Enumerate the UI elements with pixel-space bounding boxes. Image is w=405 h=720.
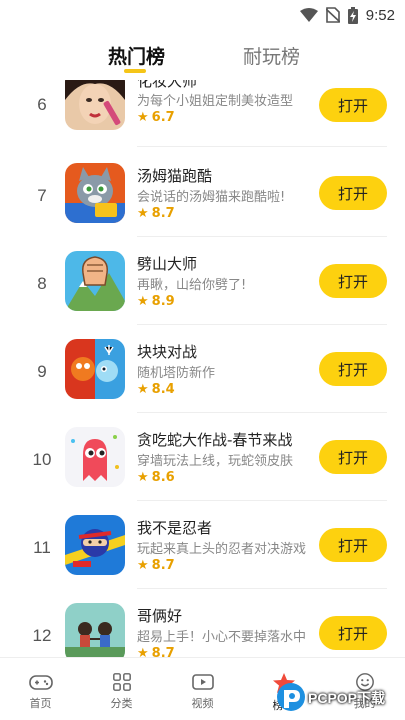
app-description: 穿墙玩法上线，玩蛇领皮肤	[137, 454, 294, 469]
grid-icon	[112, 673, 131, 691]
two-buddies-icon	[65, 603, 125, 657]
open-button[interactable]: 打开	[319, 176, 387, 210]
rank-number: 7	[37, 186, 47, 205]
status-icons: 9:52	[299, 4, 395, 26]
open-button[interactable]: 打开	[319, 528, 387, 562]
app-rating: ★ 8.7	[137, 646, 175, 657]
ranking-tabs: 热门榜 耐玩榜	[0, 38, 405, 78]
no-sim-icon	[325, 7, 340, 23]
app-name: 哥俩好	[137, 607, 183, 625]
app-rating: ★ 8.4	[137, 382, 175, 397]
app-name: 我不是忍者	[137, 519, 213, 537]
app-description: 玩起来真上头的忍者对决游戏	[137, 542, 307, 557]
row-divider	[137, 236, 387, 237]
app-description: 会说话的汤姆猫来跑酷啦!	[137, 190, 286, 205]
tab-durable-list[interactable]: 耐玩榜	[243, 42, 300, 69]
row-divider	[137, 324, 387, 325]
row-divider	[137, 588, 387, 589]
nav-home[interactable]: 首页	[0, 658, 81, 720]
app-description: 超易上手！小心不要掉落水中	[137, 630, 307, 645]
status-bar: 9:52	[0, 0, 405, 30]
star-icon: ★	[137, 110, 149, 125]
nav-label: 首页	[29, 697, 52, 710]
rank-number: 12	[32, 626, 52, 645]
tom-cat-icon	[65, 163, 125, 223]
list-item[interactable]: 9 块块对战 随机塔防新作 ★ 8.4 打开	[0, 332, 405, 420]
nav-label: 视频	[191, 697, 214, 710]
nav-category[interactable]: 分类	[81, 658, 162, 720]
app-name: 块块对战	[137, 343, 198, 361]
rating-value: 6.7	[151, 110, 175, 125]
tab-hot-list[interactable]: 热门榜	[108, 42, 165, 69]
watermark-logo-icon	[277, 683, 305, 711]
nav-label: 分类	[110, 697, 133, 710]
app-description: 随机塔防新作	[137, 366, 216, 381]
ninja-icon	[65, 515, 125, 575]
star-icon: ★	[137, 382, 149, 397]
app-ranking-list[interactable]: 6 化妆大师 为每个小姐姐定制美妆造型 ★ 6.7 打开 7 汤姆猫跑酷 会说话的…	[0, 80, 405, 657]
open-button[interactable]: 打开	[319, 616, 387, 650]
rank-number: 10	[32, 450, 52, 469]
star-icon: ★	[137, 558, 149, 573]
open-button[interactable]: 打开	[319, 88, 387, 122]
list-item[interactable]: 6 化妆大师 为每个小姐姐定制美妆造型 ★ 6.7 打开	[0, 80, 405, 156]
rating-value: 8.7	[151, 206, 175, 221]
rank-number: 6	[37, 95, 47, 114]
rating-value: 8.9	[151, 294, 175, 309]
watermark: PCPOP下载	[272, 672, 405, 720]
star-icon: ★	[137, 294, 149, 309]
app-name: 劈山大师	[137, 255, 198, 273]
star-icon: ★	[137, 470, 149, 485]
open-button[interactable]: 打开	[319, 440, 387, 474]
gamepad-icon	[28, 675, 53, 690]
app-name: 汤姆猫跑酷	[137, 167, 213, 185]
fire-ice-monster-icon	[65, 339, 125, 399]
rating-value: 8.7	[151, 558, 175, 573]
app-description: 为每个小姐姐定制美妆造型	[137, 94, 294, 109]
app-rating: ★ 6.7	[137, 110, 175, 125]
fist-mountain-icon	[65, 251, 125, 311]
rating-value: 8.4	[151, 382, 175, 397]
star-icon: ★	[137, 646, 149, 657]
makeup-face-icon	[65, 80, 125, 130]
rank-number: 11	[33, 538, 51, 557]
app-rating: ★ 8.7	[137, 558, 175, 573]
rank-number: 8	[37, 274, 47, 293]
nav-video[interactable]: 视频	[162, 658, 243, 720]
snake-icon	[65, 427, 125, 487]
status-time: 9:52	[365, 6, 395, 24]
active-tab-indicator	[124, 69, 146, 73]
app-description: 再瞅，山给你劈了!	[137, 278, 247, 293]
list-item[interactable]: 10 贪吃蛇大作战-春节来战 穿墙玩法上线，玩蛇领皮肤 ★ 8.6 打开	[0, 420, 405, 508]
rating-value: 8.7	[151, 646, 175, 657]
app-rating: ★ 8.7	[137, 206, 175, 221]
rating-value: 8.6	[151, 470, 175, 485]
open-button[interactable]: 打开	[319, 352, 387, 386]
battery-charging-icon	[347, 6, 358, 24]
open-button[interactable]: 打开	[319, 264, 387, 298]
app-rating: ★ 8.9	[137, 294, 175, 309]
list-item[interactable]: 8 劈山大师 再瞅，山给你劈了! ★ 8.9 打开	[0, 244, 405, 332]
star-icon: ★	[137, 206, 149, 221]
app-name: 贪吃蛇大作战-春节来战	[137, 431, 293, 449]
list-item[interactable]: 7 汤姆猫跑酷 会说话的汤姆猫来跑酷啦! ★ 8.7 打开	[0, 156, 405, 244]
list-item[interactable]: 11 我不是忍者 玩起来真上头的忍者对决游戏 ★ 8.7 打开	[0, 508, 405, 596]
row-divider	[137, 500, 387, 501]
row-divider	[137, 412, 387, 413]
rank-number: 9	[37, 362, 47, 381]
watermark-text: PCPOP下载	[308, 690, 386, 706]
wifi-icon	[299, 8, 318, 22]
video-icon	[191, 674, 214, 690]
app-rating: ★ 8.6	[137, 470, 175, 485]
row-divider	[137, 146, 387, 147]
list-item[interactable]: 12 哥俩好 超易上手！小心不要掉落水中 ★ 8.7 打开	[0, 596, 405, 657]
